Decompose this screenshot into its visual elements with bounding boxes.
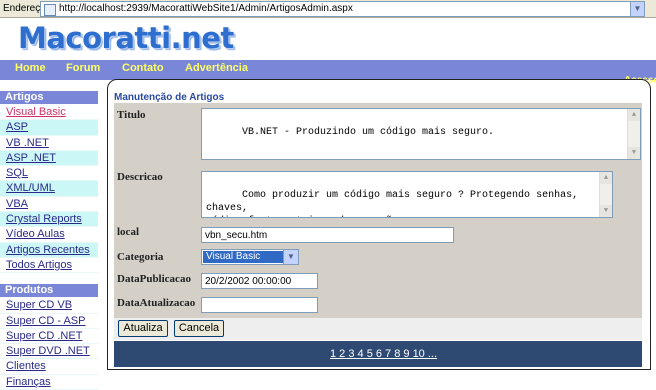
sidebar-item-super-cd-net[interactable]: Super CD .NET (0, 328, 98, 345)
top-nav: Home Forum Contato Advertência Acesso (0, 60, 656, 86)
address-bar: Endereço http://localhost:2939/Macoratti… (0, 0, 656, 18)
sidebar-item-asp-net[interactable]: ASP .NET (0, 150, 98, 167)
nav-forum[interactable]: Forum (66, 62, 100, 74)
titulo-value: VB.NET - Produzindo um código mais segur… (242, 127, 495, 138)
dataatualizacao-label: DataAtualizacao (117, 297, 196, 309)
local-input[interactable]: vbn_secu.htm (201, 227, 454, 243)
article-form: Titulo VB.NET - Produzindo um código mai… (114, 103, 642, 340)
site-logo[interactable]: Macoratti.net (18, 21, 234, 55)
page-title: Manutenção de Artigos (114, 92, 225, 103)
sidebar-item-super-cd-asp[interactable]: Super CD - ASP (0, 313, 98, 329)
datapublicacao-label: DataPublicacao (117, 273, 191, 285)
sidebar-item-visual-basic[interactable]: Visual Basic (0, 105, 98, 121)
titulo-textarea[interactable]: VB.NET - Produzindo um código mais segur… (201, 108, 641, 160)
categoria-select[interactable]: Visual Basic ▼ (201, 249, 299, 265)
cancela-button[interactable]: Cancela (174, 320, 224, 337)
titulo-label: Titulo (117, 109, 146, 121)
sidebar-item-sql[interactable]: SQL (0, 166, 98, 182)
main-panel: Manutenção de Artigos Titulo VB.NET - Pr… (107, 79, 651, 370)
scroll-down-icon[interactable]: ▼ (628, 147, 640, 159)
page-icon (44, 4, 56, 16)
sidebar-item-clientes[interactable]: Clientes (0, 359, 98, 375)
sidebar-section-produtos: Produtos (0, 283, 98, 299)
sidebar-item-asp[interactable]: ASP (0, 120, 98, 136)
descricao-scrollbar[interactable]: ▲ ▼ (599, 172, 612, 217)
sidebar-item-video-aulas[interactable]: Vídeo Aulas (0, 227, 98, 243)
scroll-up-icon[interactable]: ▲ (628, 109, 640, 121)
descricao-label: Descricao (117, 171, 163, 183)
scroll-down-icon[interactable]: ▼ (600, 205, 612, 217)
pager: 1 2 3 4 5 6 7 8 9 10 ... (114, 341, 642, 367)
nav-home[interactable]: Home (15, 62, 46, 74)
sidebar-item-super-dvd-net[interactable]: Super DVD .NET (0, 344, 98, 360)
datapublicacao-input[interactable]: 20/2/2002 00:00:00 (201, 273, 318, 289)
nav-contato[interactable]: Contato (122, 62, 164, 74)
sidebar-item-crystal-reports[interactable]: Crystal Reports (0, 212, 98, 228)
categoria-selected: Visual Basic (203, 251, 286, 263)
sidebar-item-todos-artigos[interactable]: Todos Artigos (0, 257, 98, 274)
sidebar-section-artigos: Artigos (0, 90, 98, 105)
atualiza-button[interactable]: Atualiza (118, 320, 168, 337)
titulo-scrollbar[interactable]: ▲ ▼ (627, 109, 640, 159)
sidebar-item-super-cd-vb[interactable]: Super CD VB (0, 298, 98, 314)
descricao-textarea[interactable]: Como produzir um código mais seguro ? Pr… (201, 171, 613, 218)
dataatualizacao-input[interactable] (201, 297, 318, 313)
scroll-up-icon[interactable]: ▲ (600, 172, 612, 184)
sidebar-item-vb-net[interactable]: VB .NET (0, 135, 98, 151)
nav-advertencia[interactable]: Advertência (185, 62, 248, 74)
sidebar-item-artigos-recentes[interactable]: Artigos Recentes (0, 242, 98, 258)
button-bar: Atualiza Cancela (114, 318, 642, 340)
address-input[interactable]: http://localhost:2939/MacorattiWebSite1/… (40, 1, 645, 17)
categoria-label: Categoria (117, 251, 164, 263)
chevron-down-icon[interactable]: ▼ (630, 2, 644, 16)
sidebar: Artigos Visual Basic ASP VB .NET ASP .NE… (0, 90, 98, 390)
descricao-value: Como produzir um código mais seguro ? Pr… (206, 190, 579, 217)
pager-links[interactable]: 1 2 3 4 5 6 7 8 9 10 ... (330, 348, 437, 360)
sidebar-item-xml-uml[interactable]: XML/UML (0, 181, 98, 197)
sidebar-item-financas[interactable]: Finanças (0, 374, 98, 390)
address-url[interactable]: http://localhost:2939/MacorattiWebSite1/… (59, 3, 353, 14)
local-label: local (117, 226, 139, 238)
sidebar-item-vba[interactable]: VBA (0, 196, 98, 213)
chevron-down-icon[interactable]: ▼ (283, 250, 298, 264)
